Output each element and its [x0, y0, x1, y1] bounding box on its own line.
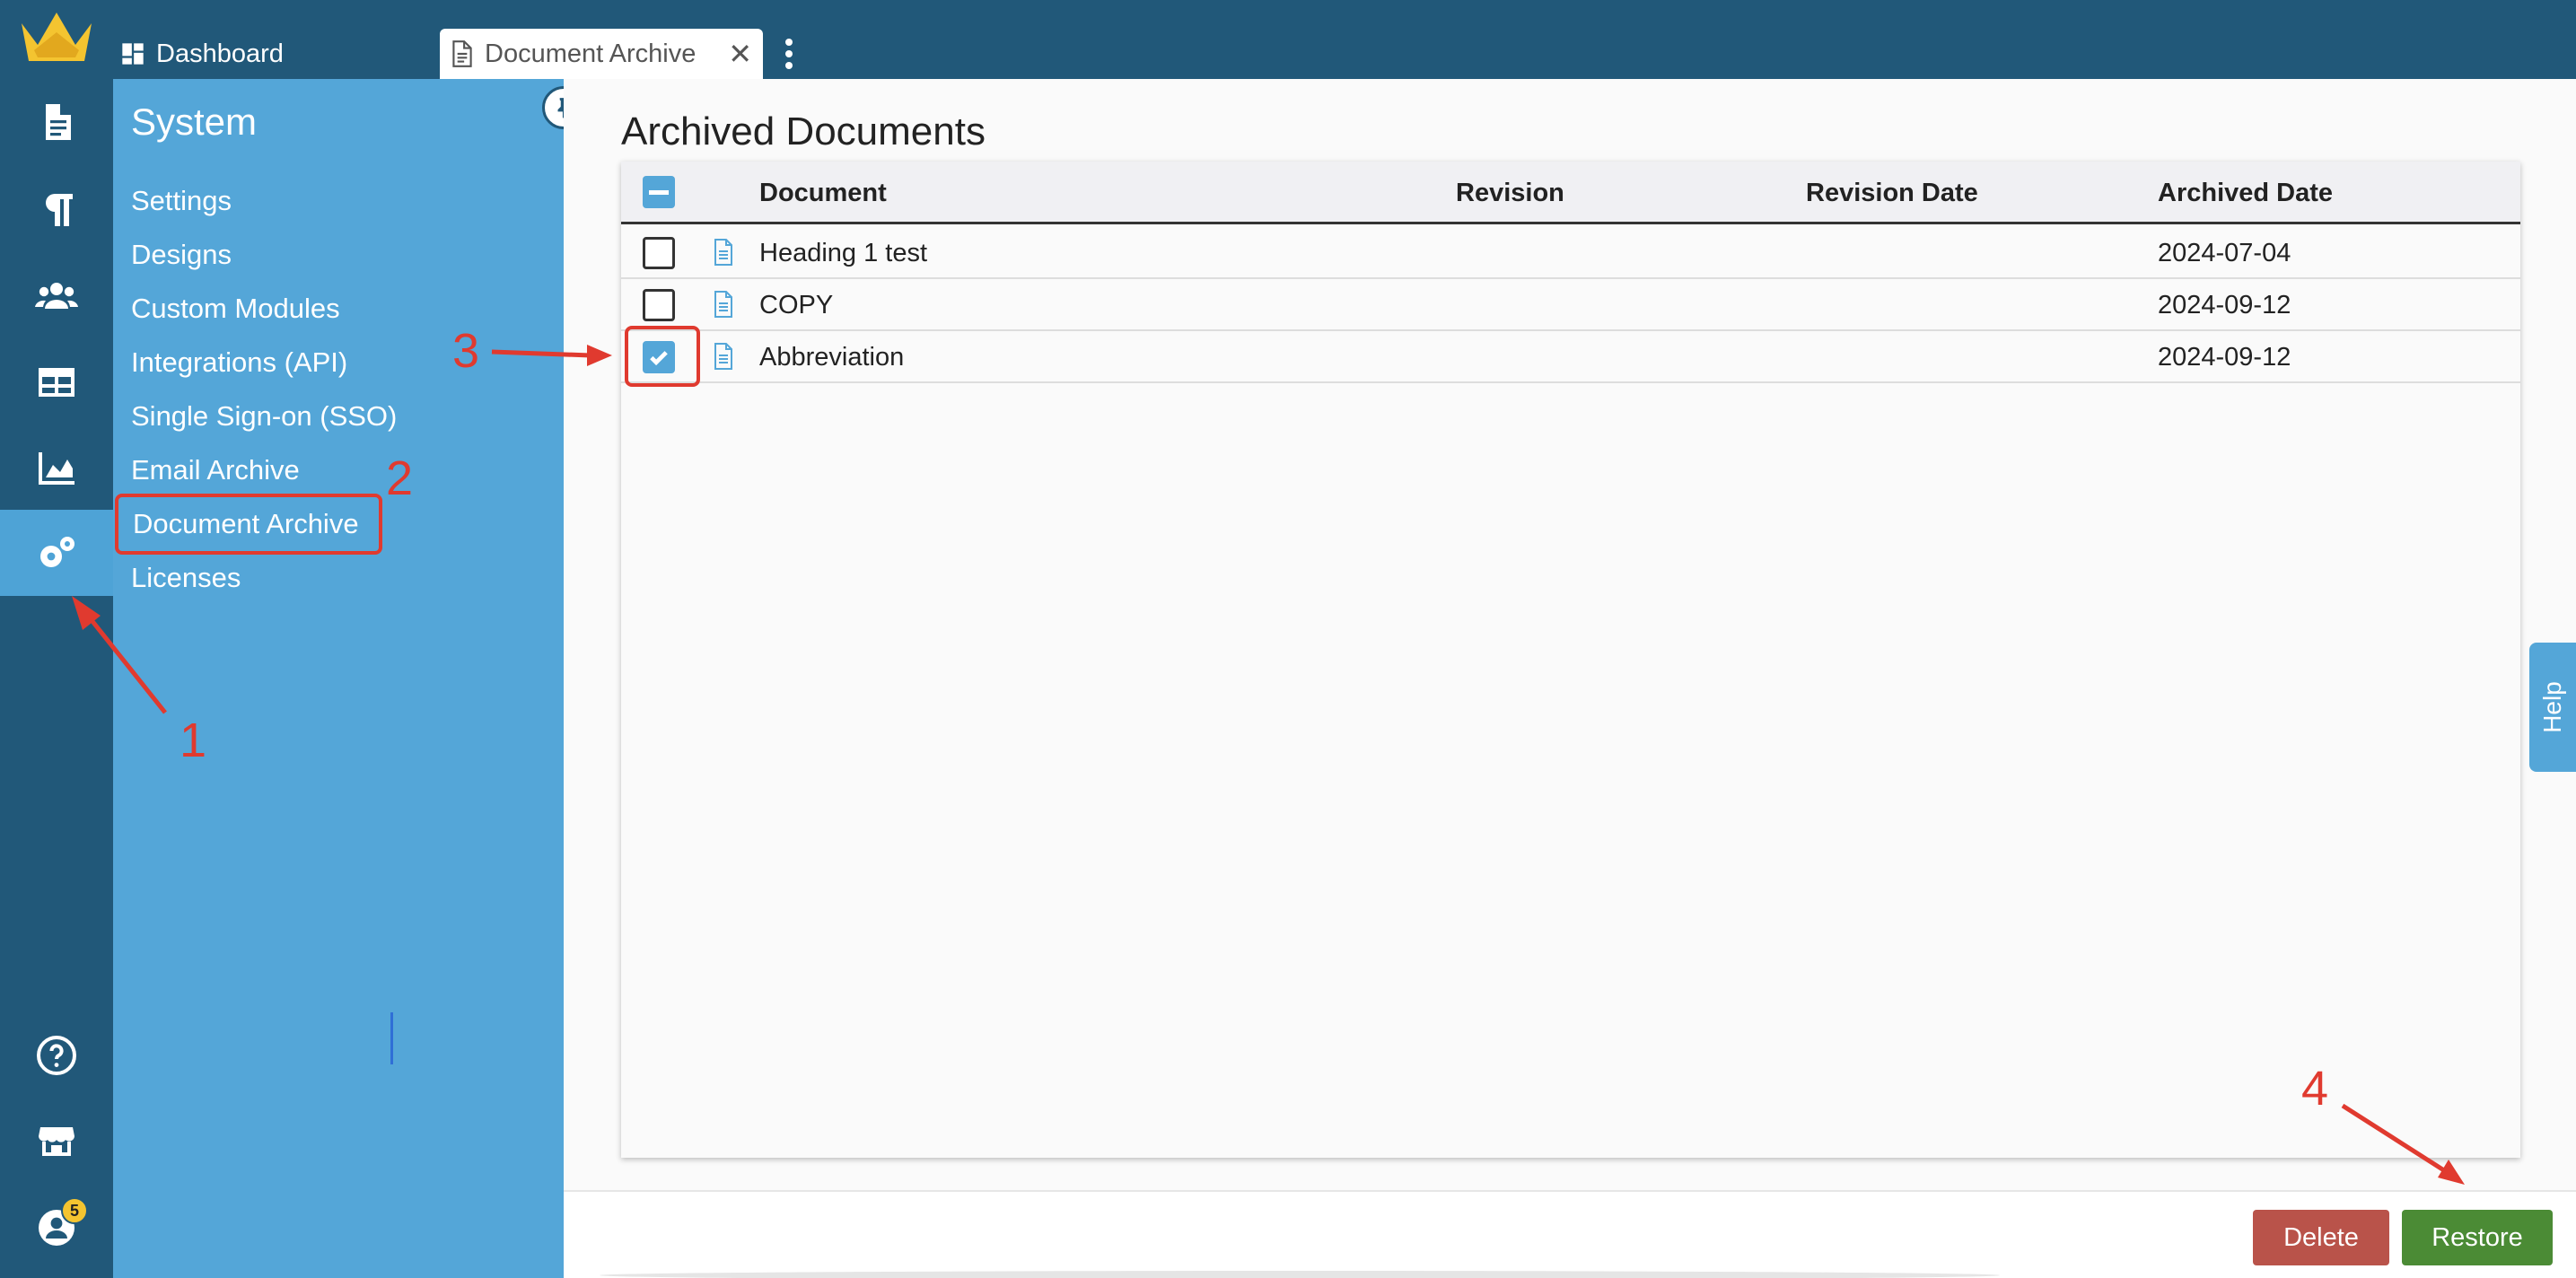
main-content: Archived Documents Document Revision Rev… [564, 79, 2576, 1190]
action-footer: Delete Restore [564, 1190, 2576, 1278]
select-all-checkbox[interactable] [643, 176, 675, 208]
annotation-step-2: 2 [386, 451, 414, 505]
sidebar-item-integrations[interactable]: Integrations (API) [131, 339, 347, 386]
cell-document: Abbreviation [759, 343, 905, 372]
text-cursor [390, 1012, 393, 1064]
account-icon[interactable]: 5 [0, 1185, 113, 1271]
help-tab[interactable]: Help [2529, 643, 2576, 772]
document-tab-icon [452, 40, 472, 67]
cell-archived-date: 2024-07-04 [2158, 239, 2291, 267]
cell-document: Heading 1 test [759, 239, 928, 267]
sidebar-title: System [131, 101, 258, 143]
cell-document: COPY [759, 291, 834, 320]
sidebar-item-email-archive[interactable]: Email Archive [131, 447, 300, 494]
document-icon [714, 291, 732, 318]
annotation-step-3: 3 [452, 324, 480, 378]
users-nav-icon[interactable] [0, 253, 113, 339]
table-header: Document Revision Revision Date Archived… [621, 162, 2520, 224]
annotation-step-4: 4 [2301, 1062, 2329, 1116]
sidebar-item-settings[interactable]: Settings [131, 178, 232, 224]
icon-rail: 5 [0, 0, 113, 1278]
table-nav-icon[interactable] [0, 339, 113, 425]
sidebar-item-custom-modules[interactable]: Custom Modules [131, 285, 340, 332]
cell-archived-date: 2024-09-12 [2158, 291, 2291, 320]
page-title: Archived Documents [621, 109, 986, 153]
row-checkbox[interactable] [643, 289, 675, 321]
sidebar-item-licenses[interactable]: Licenses [131, 555, 241, 601]
table-row[interactable]: Heading 1 test 2024-07-04 [621, 227, 2520, 279]
documents-nav-icon[interactable] [0, 79, 113, 165]
tab-dashboard[interactable]: Dashboard [120, 34, 284, 74]
help-icon[interactable] [0, 1012, 113, 1099]
close-tab-icon[interactable]: ✕ [728, 37, 752, 71]
notification-badge: 5 [61, 1197, 88, 1224]
tab-dashboard-label: Dashboard [156, 39, 284, 68]
column-revision-date[interactable]: Revision Date [1806, 162, 1978, 224]
crown-logo-icon[interactable] [16, 5, 97, 68]
table-row[interactable]: Abbreviation 2024-09-12 [621, 326, 2520, 387]
sidebar-item-document-archive[interactable]: Document Archive [115, 494, 382, 555]
sidebar-item-designs[interactable]: Designs [131, 232, 232, 278]
checkmark-icon [650, 351, 668, 366]
footer-shadow [600, 1271, 2000, 1278]
row-checkbox-checked[interactable] [643, 341, 675, 373]
system-sidebar: System Settings Designs Custom Modules I… [113, 79, 564, 1278]
column-archived-date[interactable]: Archived Date [2158, 162, 2333, 224]
settings-nav-icon[interactable] [0, 510, 113, 596]
more-options-icon[interactable] [777, 34, 801, 74]
sidebar-item-sso[interactable]: Single Sign-on (SSO) [131, 393, 397, 440]
column-revision[interactable]: Revision [1456, 162, 1564, 224]
annotation-step-1: 1 [180, 713, 207, 767]
archived-documents-table: Document Revision Revision Date Archived… [621, 162, 2520, 1158]
column-document[interactable]: Document [759, 162, 887, 224]
tab-bar: Dashboard Document Archive ✕ [113, 0, 2576, 79]
document-icon [714, 343, 732, 370]
chart-nav-icon[interactable] [0, 425, 113, 512]
tab-document-archive-label: Document Archive [485, 39, 697, 68]
document-icon [714, 239, 732, 266]
row-checkbox[interactable] [643, 237, 675, 269]
paragraph-nav-icon[interactable] [0, 167, 113, 253]
table-row[interactable]: COPY 2024-09-12 [621, 279, 2520, 331]
cell-archived-date: 2024-09-12 [2158, 343, 2291, 372]
dashboard-icon [122, 43, 144, 65]
delete-button[interactable]: Delete [2253, 1210, 2389, 1265]
store-icon[interactable] [0, 1099, 113, 1185]
restore-button[interactable]: Restore [2402, 1210, 2553, 1265]
help-tab-label: Help [2538, 681, 2566, 733]
tab-document-archive[interactable]: Document Archive ✕ [440, 29, 763, 79]
